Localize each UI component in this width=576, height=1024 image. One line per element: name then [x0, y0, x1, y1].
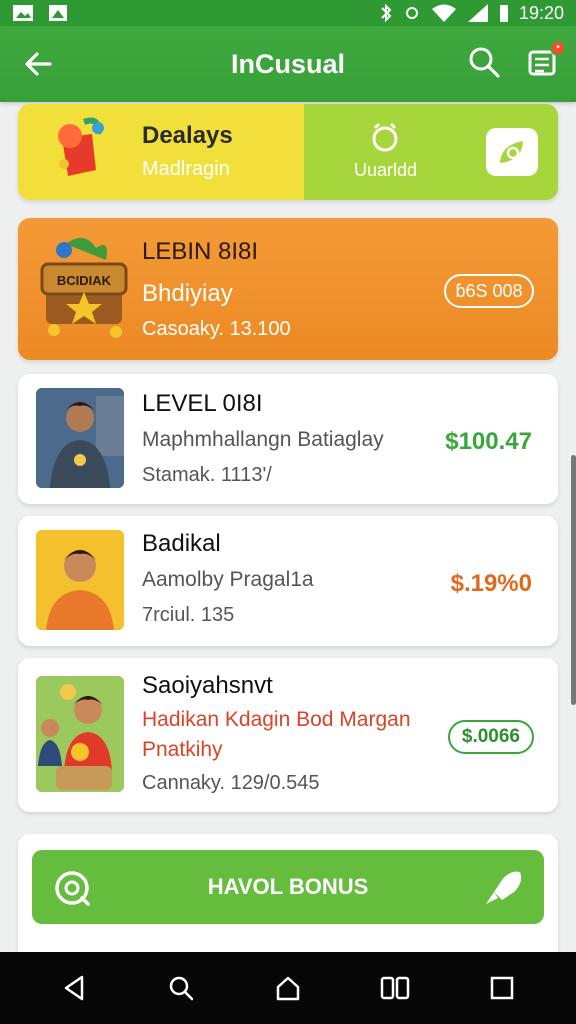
promo-card[interactable]: BCIDIAK LEBIN 8I8I Bhdiyiay Casoaky. 13.…	[18, 218, 558, 360]
item-title: LEVEL 0I8I	[142, 390, 263, 417]
item-thumbnail	[36, 388, 124, 488]
status-right-icons: 19:20	[379, 3, 564, 24]
status-time: 19:20	[518, 2, 564, 23]
search-icon	[169, 976, 194, 1001]
system-nav-bar	[0, 952, 576, 1024]
promo-price-pill[interactable]: ɓ6S 008	[444, 274, 534, 308]
app-bar: InCusual •	[0, 26, 576, 102]
image-icon	[49, 5, 67, 21]
rocket-icon	[486, 871, 522, 904]
list-item[interactable]: LEVEL 0I8I Maphmhallangn Batiaglay Stama…	[18, 374, 558, 504]
arrow-left-icon	[25, 52, 52, 76]
list-item[interactable]: Saoiyahsnvt Hadikan Kdagin Bod Margan Pn…	[18, 658, 558, 812]
list-item[interactable]: Badikal Aamolby Pragal1a 7rciul. 135 $.1…	[18, 516, 558, 646]
app-bar-actions: •	[468, 39, 566, 83]
nav-home-button[interactable]	[268, 968, 308, 1008]
main-content[interactable]: Dealays Madlragin Uuarldd BCIDIAK LEBIN …	[0, 102, 576, 952]
leaf-logo-icon	[500, 141, 523, 163]
item-thumbnail	[36, 530, 124, 630]
item-meta: Stamak. 1113'/	[142, 464, 272, 486]
person-avatar-icon	[36, 676, 124, 792]
promo-meta: Casoaky. 13.100	[142, 318, 291, 340]
item-description: Aamolby Pragal1a	[142, 568, 314, 591]
item-title: Saoiyahsnvt	[142, 672, 273, 699]
item-price: $.19%0	[450, 570, 532, 597]
battery-icon	[499, 5, 508, 22]
item-description-2: Pnatkihy	[142, 738, 223, 761]
item-price: $100.47	[445, 428, 532, 455]
status-left-icons	[12, 4, 68, 22]
notification-badge: •	[550, 39, 566, 56]
svg-text:BCIDIAK: BCIDIAK	[57, 273, 112, 288]
chat-bubble-icon	[55, 871, 90, 906]
deals-card-right[interactable]: Uuarldd	[304, 104, 558, 200]
person-avatar-icon	[36, 530, 124, 630]
search-button[interactable]	[468, 46, 500, 83]
deals-subtitle: Madlragin	[142, 158, 230, 180]
bonus-button-label: HAVOL BONUS	[207, 874, 369, 899]
deals-right-label: Uuarldd	[354, 160, 418, 180]
back-button[interactable]	[18, 44, 58, 84]
nav-back-button[interactable]	[54, 968, 94, 1008]
deals-card-left[interactable]: Dealays Madlragin	[18, 104, 304, 200]
deals-title: Dealays	[142, 122, 233, 149]
home-icon	[276, 976, 300, 1001]
treasure-chest-icon: BCIDIAK	[40, 237, 128, 338]
item-meta: Cannaky. 129/0.545	[142, 772, 320, 794]
promo-title: LEBIN 8I8I	[142, 238, 259, 265]
scrollbar[interactable]	[571, 455, 576, 705]
deals-card[interactable]: Dealays Madlragin Uuarldd	[18, 104, 558, 200]
gift-bag-icon	[58, 117, 104, 176]
item-description: Hadikan Kdagin Bod Margan	[142, 708, 411, 731]
vibrate-icon	[405, 7, 418, 19]
item-thumbnail	[36, 676, 124, 792]
signal-icon	[467, 4, 488, 22]
search-icon	[469, 47, 500, 78]
person-avatar-icon	[36, 388, 124, 488]
timer-icon	[372, 122, 398, 152]
deals-logo-tile[interactable]	[486, 128, 538, 176]
status-bar: 19:20	[0, 0, 576, 26]
bluetooth-icon	[381, 3, 392, 23]
bonus-card: HAVOL BONUS	[18, 834, 558, 952]
item-price-pill[interactable]: $.0066	[447, 720, 534, 754]
square-icon	[491, 976, 514, 1000]
item-meta: 7rciul. 135	[142, 604, 235, 626]
recents-icon	[380, 976, 410, 1000]
item-title: Badikal	[142, 530, 221, 557]
nav-search-button[interactable]	[161, 968, 201, 1008]
nav-overview-button[interactable]	[482, 968, 522, 1008]
bonus-button[interactable]: HAVOL BONUS	[32, 850, 544, 924]
notification-list-button[interactable]: •	[526, 39, 566, 83]
nav-recents-button[interactable]	[375, 968, 415, 1008]
promo-subtitle: Bhdiyiay	[142, 280, 233, 307]
item-description: Maphmhallangn Batiaglay	[142, 428, 384, 451]
gallery-icon	[13, 5, 33, 21]
wifi-icon	[431, 4, 456, 22]
back-triangle-icon	[64, 975, 83, 1001]
